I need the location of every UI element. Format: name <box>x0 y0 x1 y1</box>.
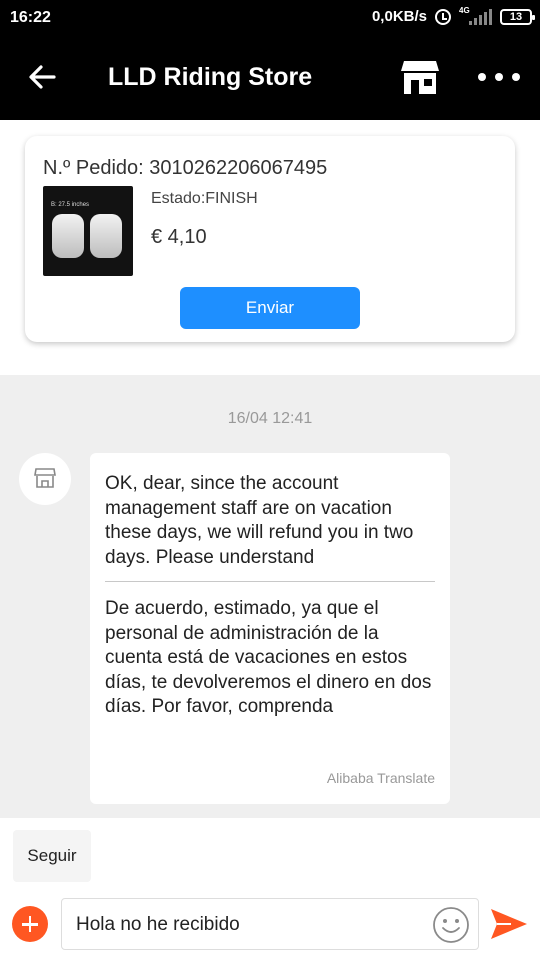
emoji-icon[interactable] <box>432 906 470 944</box>
status-indicators: 0,0KB/s 4G 13 <box>371 5 535 25</box>
composer: Seguir <box>0 818 540 960</box>
message-original-text: OK, dear, since the account management s… <box>105 473 414 568</box>
message-input[interactable] <box>76 911 416 939</box>
store-title: LLD Riding Store <box>108 63 313 91</box>
app-header: LLD Riding Store <box>0 37 540 120</box>
order-status: Estado:FINISH <box>151 190 258 207</box>
network-speed: 0,0KB/s <box>371 8 427 25</box>
store-icon[interactable] <box>400 59 440 95</box>
network-type: 4G <box>459 5 470 15</box>
order-card[interactable]: N.º Pedido: 3010262206067495 B: 27.5 inc… <box>25 136 515 342</box>
product-image[interactable]: B: 27.5 inches <box>43 186 133 276</box>
message-timestamp: 16/04 12:41 <box>227 410 313 427</box>
translation-divider <box>105 581 435 582</box>
quick-reply-chip[interactable]: Seguir <box>13 830 91 882</box>
message-input-box[interactable] <box>61 898 479 950</box>
product-cup-left <box>52 214 84 258</box>
send-icon[interactable] <box>489 906 529 942</box>
translator-label: Alibaba Translate <box>326 770 435 786</box>
battery-icon: 13 <box>500 8 535 25</box>
order-section: N.º Pedido: 3010262206067495 B: 27.5 inc… <box>0 120 540 375</box>
more-icon[interactable] <box>478 65 520 89</box>
seller-avatar[interactable] <box>19 453 71 505</box>
alarm-icon <box>435 8 451 25</box>
product-cup-right <box>90 214 122 258</box>
status-time: 16:22 <box>10 9 51 26</box>
chat-area[interactable]: 16/04 12:41 OK, dear, since the account … <box>0 375 540 818</box>
message-bubble[interactable]: OK, dear, since the account management s… <box>90 453 450 804</box>
message-translated-text: De acuerdo, estimado, ya que el personal… <box>105 598 432 717</box>
signal-icon: 4G <box>459 5 492 25</box>
send-order-button[interactable]: Enviar <box>180 287 360 329</box>
order-number: N.º Pedido: 3010262206067495 <box>43 157 328 179</box>
product-image-caption: B: 27.5 inches <box>51 202 90 208</box>
store-avatar-icon <box>34 468 56 488</box>
back-arrow-icon[interactable] <box>26 61 58 93</box>
status-bar: 16:22 0,0KB/s 4G 13 <box>0 0 540 37</box>
add-attachment-icon[interactable] <box>12 906 48 942</box>
order-price: € 4,10 <box>151 226 207 248</box>
